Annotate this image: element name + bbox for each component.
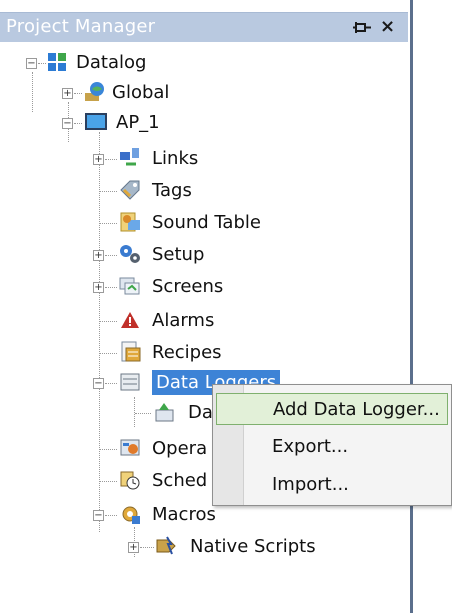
tags-icon [120,180,140,200]
links-icon [120,148,139,166]
tree-item-label: Alarms [152,310,215,331]
monitor-icon [85,113,107,130]
tree-item-sound-table[interactable]: Sound Table [0,210,261,236]
tree-item-label: Tags [152,180,192,201]
tree-item-label: Datalog [76,52,147,73]
menu-item-export[interactable]: Export... [216,431,448,463]
tree-item-ap-1[interactable]: − AP_1 [0,110,220,136]
globe-icon [85,82,104,101]
menu-item-import[interactable]: Import... [216,469,448,501]
tree-item-label: Recipes [152,342,222,363]
sound-table-icon [120,212,140,232]
tree-item-operator[interactable]: Opera [0,436,220,462]
tree-item-label: Setup [152,244,205,265]
tree-item-recipes[interactable]: Recipes [0,340,222,366]
tree-item-scheduler[interactable]: Sched [0,468,220,494]
tree-item-alarms[interactable]: Alarms [0,308,220,334]
expand-toggle[interactable]: + [93,282,104,293]
operator-icon [120,439,140,456]
tree-item-label: Opera [152,438,208,459]
pin-icon[interactable] [352,19,374,37]
screens-icon [119,277,140,295]
tree-item-data-logger-child[interactable]: Da [0,400,220,426]
tree-item-datalog[interactable]: − Datalog [0,50,200,76]
data-logger-icon [120,373,140,391]
expand-toggle[interactable]: + [93,250,104,261]
menu-item-add-data-logger[interactable]: Add Data Logger... [216,393,448,425]
project-icon [48,53,66,71]
panel-titlebar: Project Manager × [0,12,408,42]
recipes-icon [121,341,141,362]
collapse-toggle[interactable]: − [93,378,104,389]
scheduler-icon [120,471,140,490]
macros-icon [122,506,140,524]
tree-item-native-scripts[interactable]: + Native Scripts [0,534,340,560]
tree-item-label: Da [188,402,213,423]
tree-item-links[interactable]: + Links [0,146,220,172]
close-icon[interactable]: × [380,16,395,37]
menu-item-label: Import... [272,474,349,495]
expand-toggle[interactable]: + [128,542,139,553]
expand-toggle[interactable]: + [93,154,104,165]
alarm-icon [121,312,139,328]
panel-title: Project Manager [6,16,156,37]
expand-toggle[interactable]: + [62,88,73,99]
tree-item-setup[interactable]: + Setup [0,242,220,268]
data-logger-item-icon [155,403,174,422]
tree-item-tags[interactable]: Tags [0,178,220,204]
tree-item-global[interactable]: + Global [0,80,220,106]
menu-item-label: Export... [272,436,349,457]
tree-item-macros[interactable]: − Macros [0,502,220,528]
native-scripts-icon [156,536,176,555]
tree-item-label: Sched [152,470,208,491]
collapse-toggle[interactable]: − [26,58,37,69]
panel-outside [413,0,452,613]
tree-item-label: Links [152,148,199,169]
tree-item-screens[interactable]: + Screens [0,274,224,300]
tree-item-label: Global [112,82,170,103]
tree-item-label: Macros [152,504,216,525]
collapse-toggle[interactable]: − [62,118,73,129]
tree-item-label: Sound Table [152,212,261,233]
tree-item-label: Native Scripts [190,536,316,557]
project-manager-panel: Project Manager × − Datalog + Global − A… [0,0,412,613]
project-tree: − Datalog + Global − AP_1 + Links Tags S… [0,42,408,613]
tree-item-label: AP_1 [116,112,160,133]
collapse-toggle[interactable]: − [93,510,104,521]
menu-item-label: Add Data Logger... [273,399,440,420]
context-menu: Add Data Logger... Export... Import... [212,384,452,506]
tree-item-label: Screens [152,276,224,297]
gear-icon [120,245,140,263]
